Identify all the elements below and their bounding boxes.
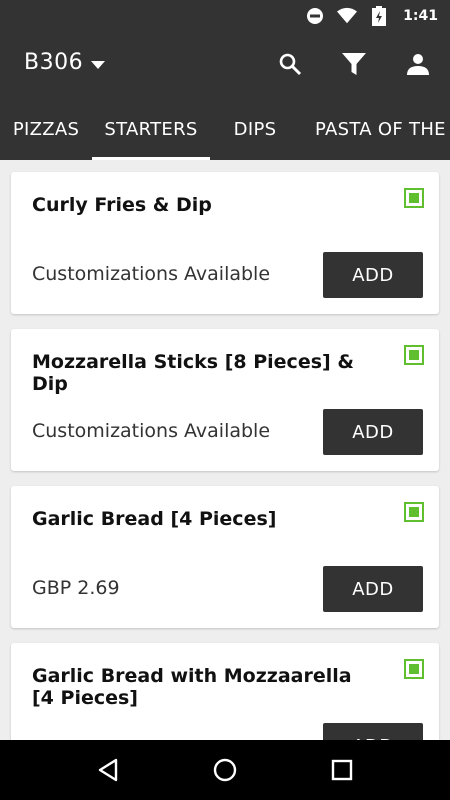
tab-dips[interactable]: DIPS [210,98,300,160]
recents-icon[interactable] [322,750,362,790]
filter-icon[interactable] [340,50,368,78]
status-bar: 1:41 [0,0,450,32]
item-detail: Customizations Available [32,420,271,442]
clock: 1:41 [403,8,438,24]
home-icon[interactable] [205,750,245,790]
add-button[interactable]: ADD [323,566,423,612]
item-name: Curly Fries & Dip [32,194,212,216]
item-name: Mozzarella Sticks [8 Pieces] & Dip [32,351,354,395]
veg-indicator-icon [404,659,424,679]
battery-icon [369,6,389,26]
back-icon[interactable] [88,750,128,790]
wifi-icon [337,6,358,26]
item-price: GBP 2.69 [32,577,120,599]
dropdown-arrow-icon [91,50,106,75]
account-icon[interactable] [404,50,432,78]
add-button[interactable]: ADD [323,723,423,740]
veg-indicator-icon [404,502,424,522]
menu-item-card[interactable]: Curly Fries & Dip Customizations Availab… [11,172,439,314]
tab-label: STARTERS [104,118,198,140]
item-detail: Customizations Available [32,263,271,285]
do-not-disturb-icon [305,6,325,26]
tab-label: PIZZAS [12,118,80,140]
add-button[interactable]: ADD [323,409,423,455]
tab-label: PASTA OF THE D [315,118,450,140]
add-button[interactable]: ADD [323,252,423,298]
tab-label: DIPS [233,118,277,140]
store-selector[interactable]: B306 [24,50,106,75]
menu-item-card[interactable]: Garlic Bread [4 Pieces] GBP 2.69 ADD [11,486,439,628]
menu-list[interactable]: Curly Fries & Dip Customizations Availab… [0,160,450,740]
menu-item-card[interactable]: Garlic Bread with Mozzaarella [4 Pieces]… [11,643,439,740]
store-name: B306 [24,50,84,75]
tab-starters[interactable]: STARTERS [92,98,210,160]
item-name: Garlic Bread [4 Pieces] [32,508,277,530]
item-name: Garlic Bread with Mozzaarella [4 Pieces] [32,665,352,709]
menu-item-card[interactable]: Mozzarella Sticks [8 Pieces] & Dip Custo… [11,329,439,471]
category-tabs: PIZZAS STARTERS DIPS PASTA OF THE D [0,98,450,160]
tab-pasta-of-the-day[interactable]: PASTA OF THE D [300,98,450,160]
veg-indicator-icon [404,188,424,208]
veg-indicator-icon [404,345,424,365]
system-nav-bar [0,740,450,800]
search-icon[interactable] [276,50,304,78]
app-bar: B306 [0,32,450,98]
tab-pizzas[interactable]: PIZZAS [0,98,92,160]
